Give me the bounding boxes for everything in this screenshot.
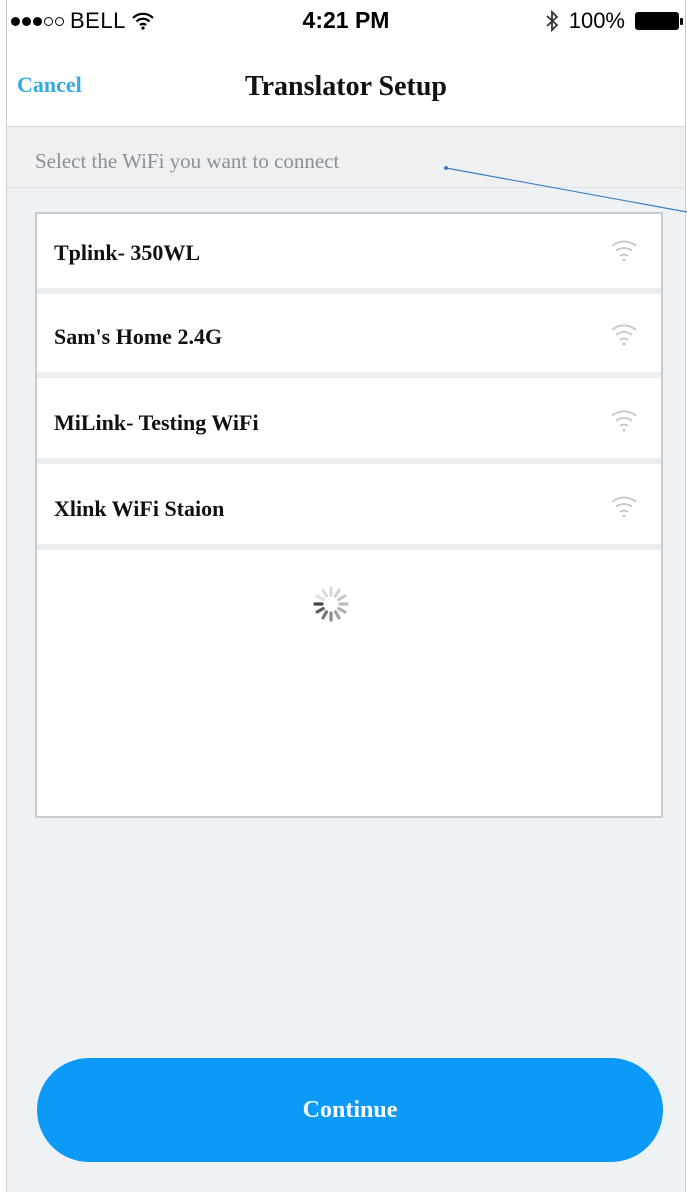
section-header: Select the WiFi you want to connect: [7, 127, 685, 188]
wifi-list-item[interactable]: MiLink- Testing WiFi: [37, 384, 661, 464]
wifi-network-name: MiLink- Testing WiFi: [54, 410, 259, 435]
battery-icon: [635, 12, 683, 30]
page-title: Translator Setup: [245, 71, 447, 102]
wifi-list-item[interactable]: Sam's Home 2.4G: [37, 298, 661, 378]
battery-percent: 100%: [568, 8, 625, 33]
bluetooth-icon: [546, 10, 559, 32]
wifi-network-name: Xlink WiFi Staion: [54, 496, 225, 521]
status-right: 100%: [545, 8, 683, 34]
nav-bar: Cancel Translator Setup: [7, 40, 685, 127]
wifi-list-item[interactable]: Xlink WiFi Staion: [37, 470, 661, 550]
wifi-network-name: Tplink- 350WL: [54, 240, 201, 265]
phone-screen: BELL 4:21 PM 100% Cancel Translator Setu…: [6, 0, 686, 1192]
wifi-icon: [611, 240, 637, 262]
wifi-icon: [611, 324, 637, 346]
instruction-text: Select the WiFi you want to connect: [35, 149, 340, 173]
wifi-icon: [611, 410, 637, 432]
wifi-list-item[interactable]: Tplink- 350WL: [37, 214, 661, 294]
continue-button[interactable]: Continue: [37, 1058, 663, 1162]
spinner-icon: [313, 586, 349, 622]
wifi-network-name: Sam's Home 2.4G: [54, 324, 223, 349]
status-bar: BELL 4:21 PM 100%: [7, 0, 685, 40]
wifi-list: Tplink- 350WL Sam's Home 2.4G MiLink- Te…: [35, 212, 663, 818]
wifi-icon: [611, 496, 637, 518]
